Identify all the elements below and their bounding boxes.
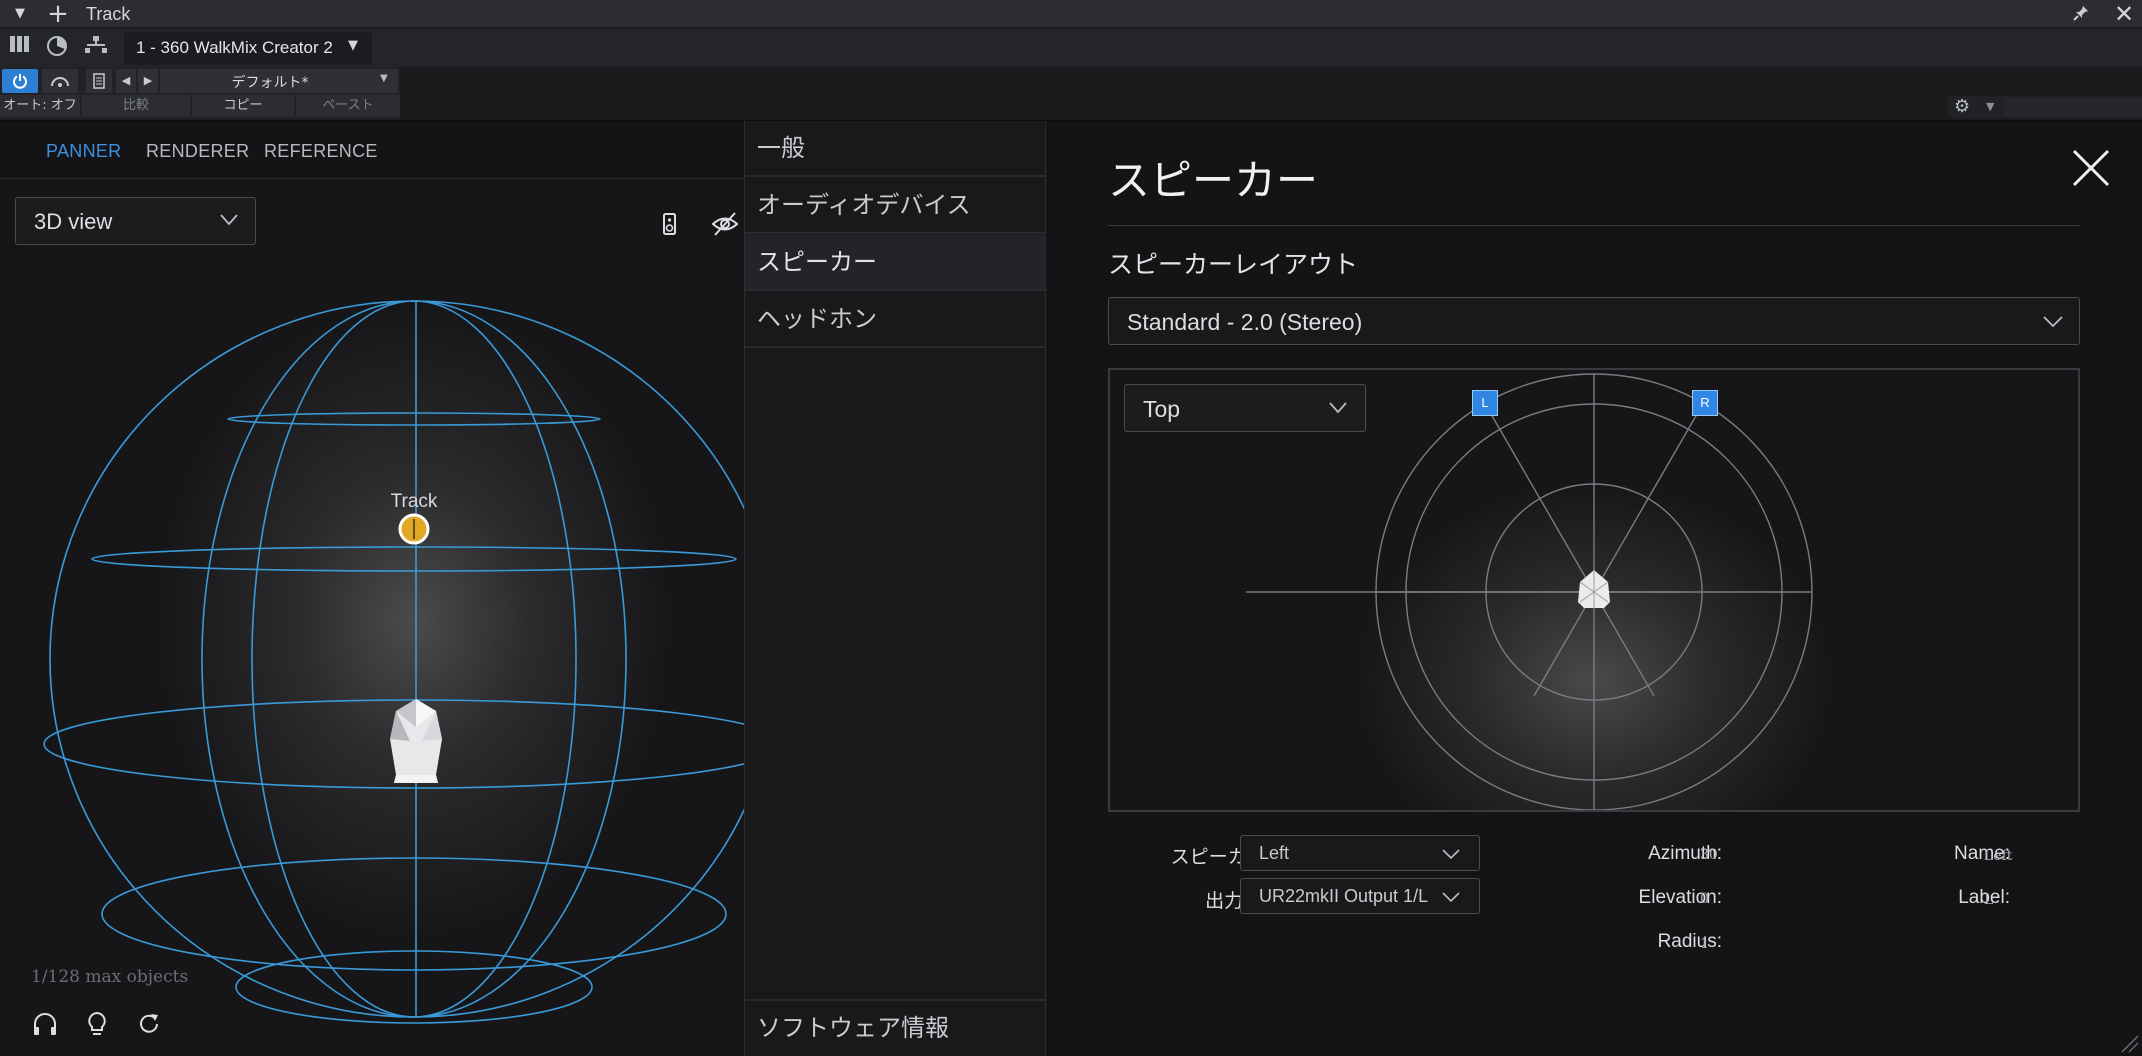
settings-field — [2004, 98, 2142, 116]
speaker-line-l — [1483, 401, 1595, 593]
chevron-down-icon — [2043, 316, 2063, 328]
sphere-latitude — [227, 412, 601, 426]
settings-menu: 一般 オーディオデバイス スピーカー ヘッドホン ソフトウェア情報 — [744, 121, 1046, 1056]
azimuth-label: Azimuth: — [1648, 843, 1722, 864]
power-button[interactable] — [2, 69, 38, 93]
preset-toolbar: ◀ ▶ デフォルト* ▼ オート: オフ 比較 コピー ペースト — [0, 67, 400, 119]
pin-icon[interactable] — [2070, 4, 2092, 24]
output-field-value: UR22mkII Output 1/L — [1259, 886, 1429, 906]
divider — [1108, 225, 2080, 226]
listener-head-top-icon — [1578, 570, 1610, 608]
radius-label: Radius: — [1657, 931, 1722, 952]
name-value[interactable]: Left — [1984, 848, 2012, 864]
view-mode-label: 3D view — [34, 209, 113, 234]
panner-tabs: PANNER RENDERER REFERENCE — [0, 121, 744, 179]
listener-head-icon — [390, 699, 442, 783]
speaker-top-view[interactable]: L R Top — [1108, 368, 2080, 812]
title-bar: ▼ + Track ✕ — [0, 0, 2142, 28]
3d-sphere-view[interactable]: Track — [0, 179, 744, 1056]
menu-item-general[interactable]: 一般 — [745, 121, 1045, 177]
bypass-button[interactable] — [42, 69, 78, 93]
sphere-latitude — [235, 950, 593, 1024]
preset-select-label: デフォルト* — [231, 75, 309, 91]
speaker-layout-select[interactable]: Standard - 2.0 (Stereo) — [1108, 297, 2080, 345]
preset-select[interactable]: デフォルト* ▼ — [160, 69, 398, 93]
track-object-label: Track — [391, 491, 438, 512]
view-mode-select[interactable]: 3D view — [15, 197, 256, 245]
compare-button[interactable]: 比較 — [82, 95, 190, 117]
previous-preset-icon[interactable]: ◀ — [116, 69, 136, 93]
host-toolbar: 1 - 360 WalkMix Creator 2 ▼ — [0, 29, 2142, 67]
reset-icon[interactable] — [134, 1009, 164, 1039]
track-object — [398, 513, 430, 545]
output-field-select[interactable]: UR22mkII Output 1/L — [1240, 878, 1480, 914]
sphere-outline — [49, 300, 744, 1018]
menu-item-speaker[interactable]: スピーカー — [745, 235, 1045, 291]
chevron-down-icon: ▼ — [348, 38, 358, 53]
gear-icon[interactable]: ⚙ — [1954, 96, 1970, 117]
meter-icon[interactable] — [43, 35, 71, 61]
speaker-toggle-icon[interactable] — [654, 209, 684, 239]
window-title: Track — [86, 4, 131, 24]
plugin-select-label: 1 - 360 WalkMix Creator 2 — [136, 38, 333, 57]
settings-area: ⚙ ▼ — [1948, 96, 2142, 118]
close-window-icon[interactable]: ✕ — [2110, 0, 2138, 28]
sphere-latitude — [91, 546, 737, 572]
label-value[interactable]: L — [1984, 892, 1993, 908]
menu-item-audio-device[interactable]: オーディオデバイス — [745, 178, 1045, 234]
chevron-down-icon: ▼ — [380, 73, 388, 84]
plugin-select[interactable]: 1 - 360 WalkMix Creator 2 ▼ — [124, 32, 372, 65]
routing-icon[interactable] — [82, 35, 110, 61]
speaker-marker-l[interactable]: L — [1472, 390, 1498, 416]
close-icon[interactable] — [2070, 145, 2112, 191]
mixer-icon[interactable] — [6, 35, 34, 61]
auto-button[interactable]: オート: オフ — [0, 95, 80, 117]
add-plus-icon[interactable]: + — [46, 1, 70, 27]
speaker-line-r — [1593, 401, 1705, 593]
chevron-down-icon — [1442, 892, 1460, 903]
azimuth-value[interactable]: 30 — [1700, 847, 1718, 863]
sphere-meridian — [251, 300, 577, 1018]
panner-panel: PANNER RENDERER REFERENCE Track 3D view … — [0, 121, 744, 1056]
copy-button[interactable]: コピー — [192, 95, 294, 117]
elevation-label: Elevation: — [1638, 887, 1722, 908]
next-preset-icon[interactable]: ▶ — [138, 69, 158, 93]
sphere-latitude — [101, 857, 727, 971]
tab-panner[interactable]: PANNER — [46, 141, 121, 162]
chevron-down-icon — [1329, 402, 1347, 414]
max-objects-counter: 1/128 max objects — [31, 967, 189, 987]
lightbulb-icon[interactable] — [82, 1009, 112, 1039]
chevron-down-icon — [220, 214, 238, 226]
resize-grip-icon[interactable] — [2118, 1032, 2140, 1054]
speaker-marker-r[interactable]: R — [1692, 390, 1718, 416]
headphones-icon[interactable] — [30, 1009, 60, 1039]
elevation-value[interactable]: 0 — [1700, 891, 1709, 907]
visibility-off-icon[interactable] — [710, 209, 740, 239]
tab-renderer[interactable]: RENDERER — [146, 141, 249, 162]
speaker-field-value: Left — [1259, 843, 1290, 863]
window-menu-chevron-icon[interactable]: ▼ — [12, 6, 28, 22]
chevron-down-icon[interactable]: ▼ — [1986, 100, 1994, 113]
paste-button[interactable]: ペースト — [296, 95, 400, 117]
page-title: スピーカー — [1108, 156, 1319, 205]
menu-item-headphone[interactable]: ヘッドホン — [745, 292, 1045, 348]
radius-value[interactable]: 1 — [1700, 936, 1709, 952]
sphere-meridian — [201, 300, 627, 1018]
speaker-layout-value: Standard - 2.0 (Stereo) — [1127, 309, 1363, 335]
speaker-settings-panel: スピーカー スピーカーレイアウト Standard - 2.0 (Stereo) — [1046, 121, 2142, 1056]
chevron-down-icon — [1442, 849, 1460, 860]
preset-document-icon[interactable] — [86, 69, 112, 93]
menu-item-software-info[interactable]: ソフトウェア情報 — [745, 999, 1045, 1055]
speaker-layout-label: スピーカーレイアウト — [1108, 250, 1359, 279]
top-view-select[interactable]: Top — [1124, 384, 1366, 432]
speaker-field-select[interactable]: Left — [1240, 835, 1480, 871]
plugin-body: PANNER RENDERER REFERENCE Track 3D view … — [0, 120, 2142, 1056]
top-view-label: Top — [1143, 396, 1181, 422]
tab-reference[interactable]: REFERENCE — [264, 141, 378, 162]
